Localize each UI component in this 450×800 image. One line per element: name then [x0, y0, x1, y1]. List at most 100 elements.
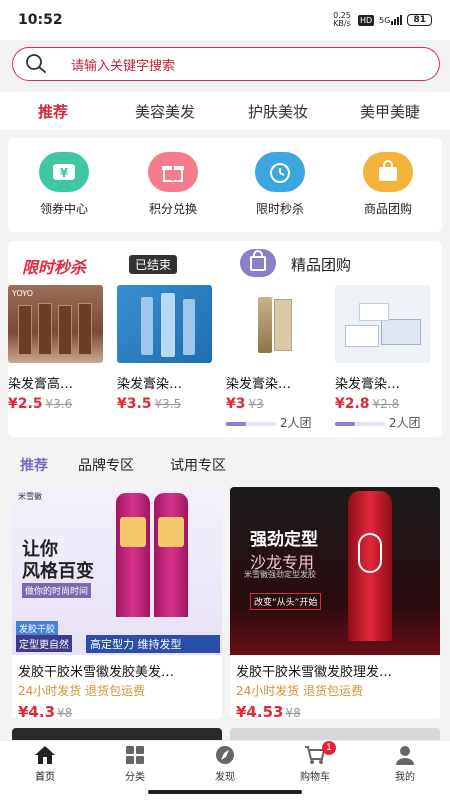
product-image — [335, 285, 430, 363]
product-slogan: 风格百变 — [22, 561, 94, 582]
group-progress: 2人团 — [226, 414, 326, 431]
flash-sale-status-badge: 已结束 — [129, 255, 178, 274]
coupon-center-label: 领券中心 — [39, 202, 88, 216]
product-feature: 高定型力 维持发型 — [86, 635, 220, 653]
tab-beauty-hair[interactable]: 美容美发 — [135, 101, 195, 122]
product-old-price: ¥8 — [57, 706, 73, 719]
group-buy-icon — [240, 249, 276, 277]
next-product-peek — [230, 728, 440, 740]
search-input[interactable]: 请输入关键字搜索 — [71, 55, 175, 74]
cart-badge: 1 — [322, 741, 336, 755]
product-price: ¥4.53 ¥8 — [236, 703, 301, 719]
product-image — [117, 285, 212, 363]
signal-label: 5G — [379, 16, 391, 25]
group-buy-title[interactable]: 精品团购 — [291, 254, 351, 275]
hd-icon: HD — [357, 14, 375, 26]
nav-profile[interactable]: 我的 — [375, 745, 435, 783]
category-icon — [124, 745, 146, 765]
compass-icon — [214, 745, 236, 765]
group-item[interactable]: 染发膏染… ¥2.8 ¥2.8 2人团 — [335, 285, 435, 431]
feed-tabs: 推荐 品牌专区 试用专区 — [0, 445, 450, 481]
flash-item[interactable]: YOYO 染发膏高… ¥2.5 ¥3.6 — [8, 285, 108, 412]
group-item[interactable]: 染发膏染… ¥3 ¥3 2人团 — [226, 285, 326, 431]
group-buy-label: 商品团购 — [363, 202, 412, 216]
gift-icon — [148, 152, 198, 192]
tab-recommend[interactable]: 推荐 — [38, 101, 68, 122]
svg-text:¥: ¥ — [60, 166, 69, 180]
shopping-bag-icon — [363, 152, 413, 192]
flash-item-name: 染发膏染… — [117, 377, 183, 392]
nav-cart[interactable]: 1 购物车 — [285, 741, 345, 783]
group-progress: 2人团 — [335, 414, 435, 431]
nav-profile-label: 我的 — [395, 772, 415, 783]
product-image: 米雪徽 让你 风格百变 做你的时尚时间 发胶干胶 定型更自然 高定型力 维持发型 — [12, 487, 222, 655]
product-service-tag: 24小时发货 退货包运费 — [236, 684, 364, 698]
points-exchange-label: 积分兑换 — [148, 202, 197, 216]
flash-item-old-price: ¥3.5 — [154, 397, 182, 411]
product-feature: 发胶干胶 — [16, 621, 59, 636]
group-count: 2人团 — [388, 416, 421, 430]
flash-item[interactable]: 染发膏染… ¥3.5 ¥3.5 — [117, 285, 217, 412]
product-subtitle: 改变“从头”开始 — [250, 593, 322, 610]
battery-icon: 81 — [407, 14, 432, 26]
group-item-price: ¥2.8 ¥2.8 — [335, 396, 400, 412]
group-item-old-price: ¥3 — [248, 397, 264, 411]
tab-trial-zone[interactable]: 试用专区 — [170, 455, 226, 475]
group-progress-bar — [335, 421, 385, 426]
product-slogan: 强劲定型 — [250, 530, 318, 550]
flash-sale-title: 限时秒杀 — [22, 258, 87, 277]
flash-item-price: ¥3.5 ¥3.5 — [117, 396, 182, 412]
group-item-name: 染发膏染… — [335, 377, 401, 392]
promo-section: 限时秒杀 已结束 精品团购 YOYO 染发膏高… ¥2.5 ¥3.6 染发膏染… … — [8, 241, 442, 437]
search-bar[interactable]: 请输入关键字搜索 — [12, 47, 440, 81]
product-card[interactable]: 米雪徽 让你 风格百变 做你的时尚时间 发胶干胶 定型更自然 高定型力 维持发型… — [12, 487, 222, 719]
flash-item-old-price: ¥3.6 — [45, 397, 73, 411]
nav-category[interactable]: 分类 — [105, 745, 165, 783]
group-progress-bar — [226, 421, 276, 426]
search-icon — [26, 54, 46, 73]
product-image: 强劲定型 沙龙专用 米雪徽强劲定型发胶 改变“从头”开始 — [230, 487, 440, 655]
cart-icon: 1 — [304, 741, 336, 765]
alarm-clock-icon — [255, 152, 305, 192]
nav-category-label: 分类 — [125, 772, 145, 783]
group-item-old-price: ¥2.8 — [372, 397, 400, 411]
product-name: 发胶干胶米雪徽发胶理发… — [236, 665, 393, 680]
nav-home[interactable]: 首页 — [15, 745, 75, 783]
flash-sale-entry[interactable]: 限时秒杀 — [230, 138, 330, 217]
product-price: ¥4.3 ¥8 — [18, 703, 73, 719]
group-item-name: 染发膏染… — [226, 377, 292, 392]
nav-cart-label: 购物车 — [300, 772, 330, 783]
nav-discover-label: 发现 — [215, 772, 235, 783]
coupon-center-entry[interactable]: ¥ 领券中心 — [14, 138, 114, 217]
status-bar: 10:52 0.25 KB/s HD 5G 81 — [0, 0, 450, 40]
tab-feed-recommend[interactable]: 推荐 — [20, 455, 48, 475]
tab-skincare[interactable]: 护肤美妆 — [248, 101, 308, 122]
nav-discover[interactable]: 发现 — [195, 745, 255, 783]
coupon-icon: ¥ — [39, 152, 89, 192]
product-name: 发胶干胶米雪徽发胶美发… — [18, 665, 175, 680]
product-subtitle: 米雪徽强劲定型发胶 — [244, 570, 316, 579]
flash-item-name: 染发膏高… — [8, 377, 74, 392]
status-time: 10:52 — [18, 12, 63, 28]
product-brand: 米雪徽 — [18, 492, 42, 501]
product-subtitle: 做你的时尚时间 — [22, 583, 92, 598]
quick-entries: ¥ 领券中心 积分兑换 限时秒杀 商品团购 — [8, 138, 442, 232]
signal-icon: 5G — [379, 15, 403, 25]
product-image — [226, 285, 321, 363]
category-tabs: 推荐 美容美发 护肤美妆 美甲美睫 — [0, 92, 450, 130]
group-count: 2人团 — [279, 416, 312, 430]
flash-item-price: ¥2.5 ¥3.6 — [8, 396, 73, 412]
group-buy-entry[interactable]: 商品团购 — [338, 138, 438, 217]
product-service-tag: 24小时发货 退货包运费 — [18, 684, 146, 698]
flash-sale-label: 限时秒杀 — [255, 202, 304, 216]
product-card[interactable]: 强劲定型 沙龙专用 米雪徽强劲定型发胶 改变“从头”开始 发胶干胶米雪徽发胶理发… — [230, 487, 440, 719]
product-feature: 定型更自然 — [16, 635, 72, 652]
product-image: YOYO — [8, 285, 103, 363]
tab-brand-zone[interactable]: 品牌专区 — [78, 455, 134, 475]
nav-home-label: 首页 — [35, 772, 55, 783]
tab-nails[interactable]: 美甲美睫 — [360, 101, 420, 122]
product-old-price: ¥8 — [285, 706, 301, 719]
gesture-home-indicator[interactable] — [148, 790, 302, 794]
points-exchange-entry[interactable]: 积分兑换 — [123, 138, 223, 217]
network-speed: 0.25 KB/s — [333, 11, 351, 28]
